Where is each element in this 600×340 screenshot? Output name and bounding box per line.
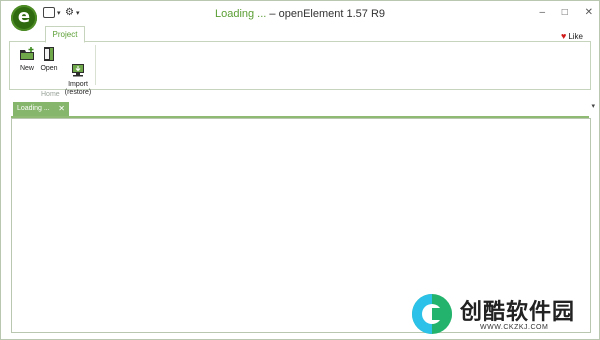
ribbon-separator — [95, 45, 96, 85]
open-book-icon — [41, 46, 57, 62]
like-button[interactable]: ♥ Like — [561, 31, 583, 41]
ribbon-group-home: Home — [41, 91, 60, 98]
close-button[interactable]: ✕ — [585, 7, 593, 18]
tab-overflow-dropdown[interactable]: ▾ — [591, 102, 595, 110]
ribbon-panel: New Open Import (restore) — [9, 41, 591, 96]
import-computer-icon — [70, 54, 86, 77]
tab-project[interactable]: Project — [45, 26, 85, 43]
app-window: e ▾ ⚙ ▾ Loading ... – openElement 1.57 R9… — [0, 0, 600, 340]
document-tab[interactable]: Loading ... ✕ — [13, 102, 69, 116]
import-label: Import (restore) — [64, 81, 92, 96]
document-tab-strip: Loading ... ✕ — [11, 102, 589, 118]
maximize-button[interactable]: □ — [562, 7, 568, 18]
window-controls: – □ ✕ — [525, 7, 593, 18]
document-tab-label: Loading ... — [17, 105, 50, 112]
loading-status: Loading ... — [214, 8, 267, 20]
tab-close-icon[interactable]: ✕ — [58, 102, 65, 116]
minimize-button[interactable]: – — [539, 7, 545, 18]
watermark-url: WWW.CKZKJ.COM — [480, 324, 549, 331]
heart-icon: ♥ — [560, 31, 567, 41]
watermark: 创酷软件园 WWW.CKZKJ.COM — [408, 292, 598, 338]
import-restore-button[interactable]: Import (restore) — [60, 46, 96, 105]
window-title: Loading ... – openElement 1.57 R9 — [214, 8, 386, 20]
title-bar: e ▾ ⚙ ▾ Loading ... – openElement 1.57 R9… — [1, 1, 599, 31]
watermark-logo — [412, 294, 452, 334]
watermark-text: 创酷软件园 — [460, 300, 576, 325]
app-title: openElement 1.57 R9 — [278, 8, 386, 20]
